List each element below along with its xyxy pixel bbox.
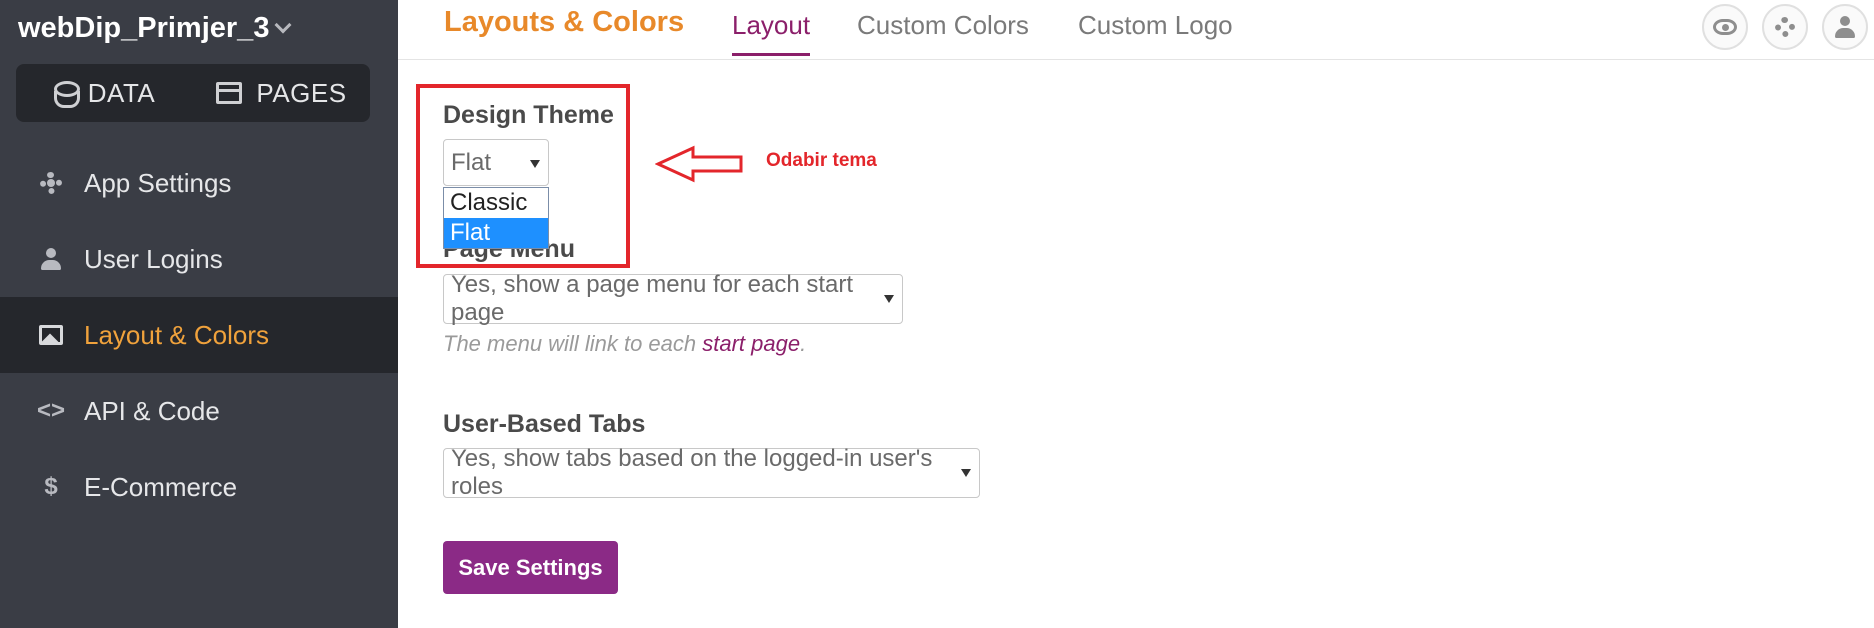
sidebar-item-label: User Logins [84, 243, 223, 274]
save-button[interactable]: Save Settings [443, 541, 618, 594]
app-title: webDip_Primjer_3 [18, 11, 270, 44]
window-icon [216, 82, 243, 104]
chevron-down-icon [274, 16, 292, 34]
tab-custom-colors[interactable]: Custom Colors [857, 10, 1029, 56]
sidebar-item-label: Layout & Colors [84, 319, 269, 350]
image-icon [38, 322, 64, 348]
sidebar-item-label: App Settings [84, 167, 232, 198]
account-button[interactable] [1822, 4, 1868, 50]
user-tabs-label: User-Based Tabs [443, 410, 646, 438]
sidebar-item-app-settings[interactable]: App Settings [0, 145, 398, 221]
user-icon [38, 246, 64, 272]
dropdown-arrow-icon [884, 295, 894, 303]
dollar-icon: $ [44, 473, 58, 500]
sidebar: webDip_Primjer_3 DATA PAGES App Settings… [0, 0, 398, 628]
pages-button[interactable]: PAGES [193, 64, 370, 122]
user-tabs-value: Yes, show tabs based on the logged-in us… [451, 445, 933, 500]
annotation-arrow-icon [655, 145, 743, 183]
pages-button-label: PAGES [256, 77, 347, 108]
page-title: Layouts & Colors [444, 6, 685, 38]
gear-icon [1775, 17, 1795, 37]
code-icon: <> [36, 397, 66, 424]
data-button[interactable]: DATA [16, 64, 193, 122]
page-menu-select[interactable]: Yes, show a page menu for each start pag… [443, 271, 903, 326]
gear-icon [38, 170, 64, 196]
data-button-label: DATA [87, 77, 156, 108]
start-page-link[interactable]: start page [702, 331, 800, 356]
user-icon [1835, 16, 1855, 38]
user-tabs-select[interactable]: Yes, show tabs based on the logged-in us… [443, 445, 980, 500]
app-switcher[interactable]: webDip_Primjer_3 [18, 6, 292, 50]
settings-button[interactable] [1762, 4, 1808, 50]
sidebar-item-label: E-Commerce [84, 471, 238, 502]
eye-icon [1713, 19, 1737, 35]
sidebar-item-label: API & Code [84, 395, 220, 426]
settings-nav: App Settings User Logins Layout & Colors… [0, 145, 398, 525]
top-bar: Layouts & Colors Layout Custom Colors Cu… [398, 0, 1874, 60]
database-icon [53, 81, 80, 108]
annotation-highlight-box [416, 84, 630, 268]
preview-button[interactable] [1702, 4, 1748, 50]
sidebar-item-user-logins[interactable]: User Logins [0, 221, 398, 297]
tab-custom-logo[interactable]: Custom Logo [1078, 10, 1233, 56]
annotation-text: Odabir tema [766, 150, 877, 171]
sidebar-item-layout-colors[interactable]: Layout & Colors [0, 297, 398, 373]
data-pages-switcher: DATA PAGES [16, 64, 370, 122]
dropdown-arrow-icon [961, 469, 971, 477]
tab-layout[interactable]: Layout [732, 10, 811, 56]
sidebar-item-api-code[interactable]: <> API & Code [0, 373, 398, 449]
page-menu-help: The menu will link to each start page. [443, 331, 807, 356]
sidebar-item-e-commerce[interactable]: $ E-Commerce [0, 449, 398, 525]
page-menu-value: Yes, show a page menu for each start pag… [451, 271, 854, 326]
